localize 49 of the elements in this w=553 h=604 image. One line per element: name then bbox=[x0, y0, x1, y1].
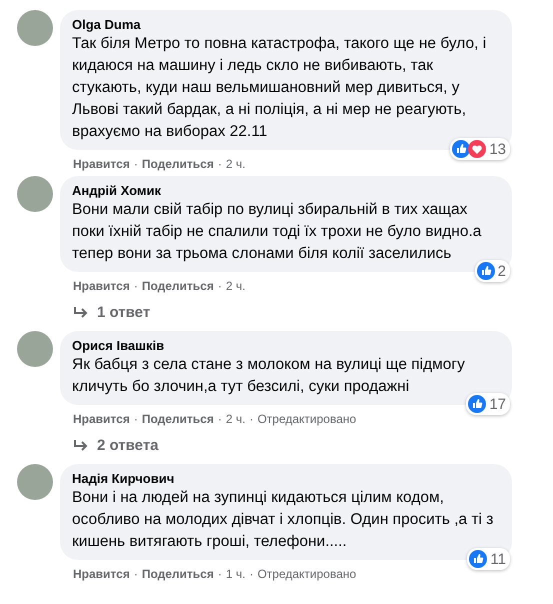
comment-meta-text[interactable]: 2 ч. bbox=[226, 278, 246, 294]
comment-action-link[interactable]: Поделиться bbox=[142, 566, 214, 582]
separator-dot: · bbox=[218, 278, 222, 294]
comment-meta-text[interactable]: Отредактировано bbox=[257, 566, 356, 582]
reply-arrow-icon bbox=[73, 306, 89, 320]
comment-action-link[interactable]: Поделиться bbox=[142, 411, 214, 427]
view-replies-link[interactable]: 2 ответа bbox=[73, 437, 159, 454]
comment-action-link[interactable]: Нравится bbox=[73, 411, 130, 427]
separator-dot: · bbox=[218, 411, 222, 427]
reaction-count: 13 bbox=[489, 140, 506, 158]
thumbs-up-icon bbox=[469, 550, 488, 568]
avatar-photo-placeholder[interactable] bbox=[17, 176, 53, 212]
reaction-count: 2 bbox=[498, 262, 506, 280]
reaction-count: 17 bbox=[489, 396, 506, 412]
separator-dot: · bbox=[218, 156, 222, 172]
comment-author[interactable]: Орися Івашків bbox=[72, 337, 164, 354]
avatar-photo-placeholder[interactable] bbox=[17, 464, 53, 500]
comment-author[interactable]: Надія Кирчович bbox=[72, 470, 174, 487]
comment-action-link[interactable]: Нравится bbox=[73, 566, 130, 582]
separator-dot: · bbox=[134, 566, 138, 582]
comment-action-link[interactable]: Нравится bbox=[73, 278, 130, 294]
separator-dot: · bbox=[218, 566, 222, 582]
comment-author[interactable]: Olga Duma bbox=[72, 16, 141, 33]
avatar-photo-placeholder[interactable] bbox=[17, 10, 53, 46]
comment-action-link[interactable]: Поделиться bbox=[142, 156, 214, 172]
reactions-badge[interactable]: 11 bbox=[467, 548, 510, 570]
reaction-count: 11 bbox=[490, 550, 506, 568]
thumbs-up-icon bbox=[476, 262, 495, 280]
comment-meta-text[interactable]: 2 ч. bbox=[226, 411, 246, 427]
comment-action-link[interactable]: Поделиться bbox=[142, 278, 214, 294]
reply-arrow-icon bbox=[73, 438, 89, 452]
separator-dot: · bbox=[249, 566, 254, 582]
comment-meta-text[interactable]: 2 ч. bbox=[226, 156, 246, 172]
comment-action-link[interactable]: Нравится bbox=[73, 156, 130, 172]
thumbs-up-icon bbox=[468, 395, 486, 413]
separator-dot: · bbox=[134, 411, 138, 427]
comment-meta-text[interactable]: Отредактировано bbox=[257, 411, 356, 427]
view-replies-link[interactable]: 1 ответ bbox=[73, 304, 150, 321]
avatar-photo-placeholder[interactable] bbox=[17, 331, 53, 367]
comment-text: Як бабця з села стане з молоком на вулиці ще підмогу кличуть бо злочин,а тут безсилі, суки продажні bbox=[72, 355, 466, 397]
comment-author[interactable]: Андрій Хомик bbox=[72, 182, 162, 199]
reactions-badge[interactable]: 17 bbox=[466, 393, 510, 415]
separator-dot: · bbox=[134, 278, 138, 294]
separator-dot: · bbox=[134, 156, 138, 172]
reactions-badge[interactable]: 2 bbox=[474, 260, 510, 282]
thumbs-up-icon bbox=[452, 140, 470, 158]
separator-dot: · bbox=[249, 411, 254, 427]
reactions-badge[interactable]: 13 bbox=[450, 138, 510, 160]
comment-meta-text[interactable]: 1 ч. bbox=[226, 566, 246, 582]
